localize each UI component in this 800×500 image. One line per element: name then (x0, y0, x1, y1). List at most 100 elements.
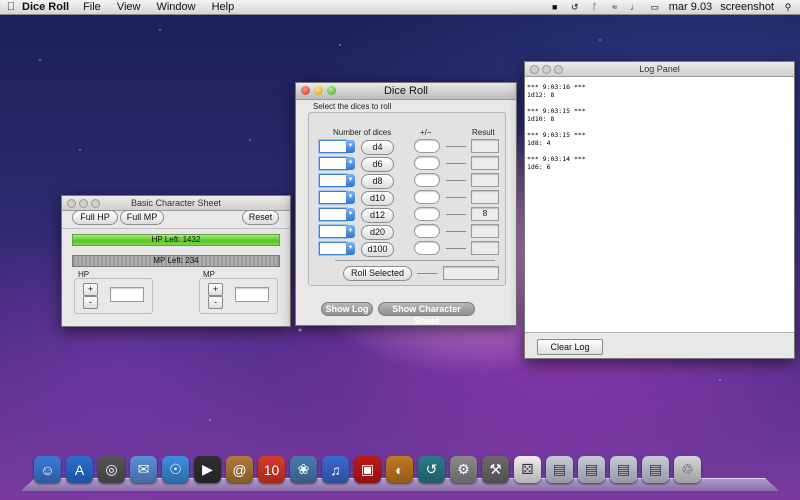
menu-clock[interactable]: mar 9.03 (669, 1, 712, 13)
dice-roll-titlebar[interactable]: Dice Roll (296, 83, 516, 100)
apple-menu-icon[interactable]:  (0, 1, 22, 13)
system-preferences-icon[interactable]: ⚙ (450, 456, 477, 483)
dice-count-combo[interactable]: ▼ (319, 174, 355, 187)
roll-d6-button[interactable]: d6 (361, 157, 394, 172)
close-button[interactable] (530, 65, 539, 74)
stack-folder-icon[interactable]: ▤ (642, 456, 669, 483)
downloads-folder-icon[interactable]: ▤ (610, 456, 637, 483)
chevron-down-icon[interactable]: ▼ (346, 242, 355, 255)
roll-d20-button[interactable]: d20 (361, 225, 394, 240)
volume-icon[interactable]: ♩ (629, 2, 641, 12)
finder-icon[interactable]: ☺ (34, 456, 61, 483)
chevron-down-icon[interactable]: ▼ (346, 157, 355, 170)
dice-count-field[interactable] (319, 157, 347, 170)
applications-folder-icon[interactable]: ▤ (546, 456, 573, 483)
zoom-button[interactable] (327, 86, 336, 95)
iphoto-camera-icon[interactable]: ◐ (386, 456, 413, 483)
roll-d10-button[interactable]: d10 (361, 191, 394, 206)
roll-d8-button[interactable]: d8 (361, 174, 394, 189)
modifier-field[interactable] (414, 156, 440, 170)
menu-file[interactable]: File (83, 1, 101, 13)
hp-input[interactable] (110, 287, 144, 302)
clear-log-button[interactable]: Clear Log (537, 339, 603, 355)
dice-count-combo[interactable]: ▼ (319, 242, 355, 255)
dice-count-field[interactable] (319, 191, 347, 204)
address-book-icon[interactable]: @ (226, 456, 253, 483)
menu-user[interactable]: screenshot (720, 1, 774, 13)
roll-d4-button[interactable]: d4 (361, 140, 394, 155)
close-button[interactable] (67, 199, 76, 208)
modifier-field[interactable] (414, 241, 440, 255)
status-app-icon[interactable]: ■ (549, 2, 561, 12)
log-panel-titlebar[interactable]: Log Panel (525, 62, 794, 77)
time-machine-icon[interactable]: ↺ (569, 2, 581, 12)
roll-selected-button[interactable]: Roll Selected (343, 266, 412, 281)
app-menu[interactable]: Dice Roll (22, 1, 69, 13)
chevron-down-icon[interactable]: ▼ (346, 140, 355, 153)
character-sheet-titlebar[interactable]: Basic Character Sheet (62, 196, 290, 211)
dice-count-combo[interactable]: ▼ (319, 208, 355, 221)
dice-count-combo[interactable]: ▼ (319, 225, 355, 238)
header-modifier: +/− (420, 128, 432, 137)
dice-count-field[interactable] (319, 174, 347, 187)
safari-icon[interactable]: ☉ (162, 456, 189, 483)
dice-count-combo[interactable]: ▼ (319, 140, 355, 153)
mp-input[interactable] (235, 287, 269, 302)
dice-roll-icon[interactable]: ⚄ (514, 456, 541, 483)
window-title: Log Panel (639, 64, 680, 74)
roll-d100-button[interactable]: d100 (361, 242, 394, 257)
mp-plus-button[interactable]: + (208, 283, 223, 296)
result-field (471, 139, 499, 153)
photo-booth-icon[interactable]: ▣ (354, 456, 381, 483)
modifier-field[interactable] (414, 173, 440, 187)
minimize-button[interactable] (79, 199, 88, 208)
iphoto-icon[interactable]: ❀ (290, 456, 317, 483)
minimize-button[interactable] (542, 65, 551, 74)
ical-icon[interactable]: 10 (258, 456, 285, 483)
trash-icon[interactable]: ♲ (674, 456, 701, 483)
dice-count-field[interactable] (319, 225, 347, 238)
documents-folder-icon[interactable]: ▤ (578, 456, 605, 483)
menu-view[interactable]: View (117, 1, 141, 13)
roll-d12-button[interactable]: d12 (361, 208, 394, 223)
dice-count-field[interactable] (319, 242, 347, 255)
dice-count-field[interactable] (319, 208, 347, 221)
modifier-field[interactable] (414, 207, 440, 221)
hp-plus-button[interactable]: + (83, 283, 98, 296)
menu-window[interactable]: Window (156, 1, 195, 13)
modifier-field[interactable] (414, 224, 440, 238)
mp-minus-button[interactable]: - (208, 296, 223, 309)
dice-count-combo[interactable]: ▼ (319, 191, 355, 204)
hp-minus-button[interactable]: - (83, 296, 98, 309)
battery-icon[interactable]: ▭ (649, 2, 661, 12)
modifier-field[interactable] (414, 190, 440, 204)
facetime-icon[interactable]: ▶ (194, 456, 221, 483)
show-log-button[interactable]: Show Log (321, 302, 373, 316)
itunes-icon[interactable]: ♫ (322, 456, 349, 483)
chevron-down-icon[interactable]: ▼ (346, 191, 355, 204)
chevron-down-icon[interactable]: ▼ (346, 174, 355, 187)
modifier-field[interactable] (414, 139, 440, 153)
minimize-button[interactable] (314, 86, 323, 95)
wifi-icon[interactable]: ≈ (609, 2, 621, 12)
chevron-down-icon[interactable]: ▼ (346, 225, 355, 238)
close-button[interactable] (301, 86, 310, 95)
dashboard-icon[interactable]: ◎ (98, 456, 125, 483)
app-store-icon[interactable]: A (66, 456, 93, 483)
full-hp-button[interactable]: Full HP (72, 210, 118, 225)
full-mp-button[interactable]: Full MP (120, 210, 164, 225)
zoom-button[interactable] (554, 65, 563, 74)
menu-help[interactable]: Help (212, 1, 235, 13)
chevron-down-icon[interactable]: ▼ (346, 208, 355, 221)
reset-button[interactable]: Reset (242, 210, 279, 225)
mail-icon[interactable]: ✉ (130, 456, 157, 483)
time-machine-icon[interactable]: ↺ (418, 456, 445, 483)
dice-count-field[interactable] (319, 140, 347, 153)
bluetooth-icon[interactable]: ᚴ (589, 2, 601, 12)
show-character-sheet-button[interactable]: Show Character Sheet (378, 302, 475, 326)
spotlight-search-icon[interactable]: ⚲ (782, 2, 794, 12)
dice-count-combo[interactable]: ▼ (319, 157, 355, 170)
utilities-icon[interactable]: ⚒ (482, 456, 509, 483)
zoom-button[interactable] (91, 199, 100, 208)
log-text-area[interactable]: *** 9:03:16 *** 1d12: 8 *** 9:03:15 *** … (525, 77, 794, 333)
